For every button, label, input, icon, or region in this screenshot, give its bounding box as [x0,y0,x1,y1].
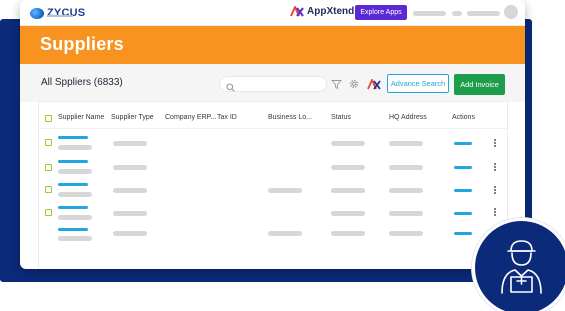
kebab-menu-icon[interactable] [493,186,497,196]
illustration-stage: ZYCUS AppXtend Explore Apps Suppliers Al… [0,0,565,311]
action-link-placeholder[interactable] [454,189,472,192]
advanced-search-button[interactable]: Advance Search [387,74,449,93]
business-location-placeholder [268,231,302,236]
delivery-person-icon [501,240,542,294]
kebab-menu-icon[interactable] [493,208,497,218]
status-placeholder [331,188,365,193]
hq-address-placeholder [389,188,423,193]
action-link-placeholder[interactable] [454,232,472,235]
supplier-name-placeholder[interactable] [58,183,88,186]
status-placeholder [331,211,365,216]
page-title: Suppliers [40,34,124,54]
logo-tagline-placeholder [47,15,73,17]
zycus-logo-icon [30,7,44,19]
hq-address-placeholder [389,211,423,216]
column-header-actions: Actions [452,114,475,121]
row-checkbox[interactable] [45,164,52,171]
supplier-subtext-placeholder [58,145,92,150]
supplier-name-placeholder[interactable] [58,206,88,209]
search-box[interactable] [219,76,327,92]
column-header-supplier-name[interactable]: Supplier Name [58,114,104,121]
hq-address-placeholder [389,165,423,170]
column-header-tax-id[interactable]: Tax ID [217,114,237,121]
row-checkbox[interactable] [45,209,52,216]
row-checkbox[interactable] [45,186,52,193]
search-input[interactable] [238,78,320,89]
select-all-checkbox[interactable] [45,115,52,122]
page-header: Suppliers [20,26,525,64]
column-header-supplier-type[interactable]: Supplier Type [111,114,154,121]
supplier-name-placeholder[interactable] [58,136,88,139]
add-invoice-button[interactable]: Add Invoice [454,74,505,95]
search-icon [226,79,235,97]
supplier-type-placeholder [113,141,147,146]
supplier-subtext-placeholder [58,236,92,241]
appxtend-label: AppXtend [307,6,355,17]
column-header-hq-address[interactable]: HQ Address [389,114,427,121]
supplier-type-placeholder [113,231,147,236]
row-checkbox[interactable] [45,139,52,146]
kebab-menu-icon[interactable] [493,139,497,149]
hq-address-placeholder [389,231,423,236]
status-placeholder [331,141,365,146]
nav-item-placeholder[interactable] [413,11,446,16]
supplier-name-placeholder[interactable] [58,160,88,163]
action-link-placeholder[interactable] [454,212,472,215]
appxtend-brand[interactable]: AppXtend [290,6,354,17]
column-header-company-erp[interactable]: Company ERP... [165,114,216,121]
business-location-placeholder [268,188,302,193]
header-divider [39,128,507,129]
avatar[interactable] [504,5,518,19]
appxtend-tool-icon[interactable] [367,77,381,95]
app-window: ZYCUS AppXtend Explore Apps Suppliers Al… [20,0,525,269]
explore-apps-button[interactable]: Explore Apps [355,5,407,20]
status-placeholder [331,165,365,170]
hq-address-placeholder [389,141,423,146]
status-placeholder [331,231,365,236]
column-header-status[interactable]: Status [331,114,351,121]
appxtend-icon [290,6,304,17]
gear-icon[interactable] [348,77,360,95]
supplier-type-placeholder [113,211,147,216]
supplier-subtext-placeholder [58,215,92,220]
list-toolbar: All Sppliers (6833) Advance Search Add I… [20,64,525,102]
supplier-subtext-placeholder [58,169,92,174]
kebab-menu-icon[interactable] [493,163,497,173]
supplier-name-placeholder[interactable] [58,228,88,231]
action-link-placeholder[interactable] [454,142,472,145]
nav-item-placeholder[interactable] [452,11,462,16]
list-title: All Sppliers (6833) [41,77,123,88]
supplier-type-placeholder [113,165,147,170]
supplier-badge [472,218,565,311]
filter-icon[interactable] [331,77,342,95]
top-navigation-bar: ZYCUS AppXtend Explore Apps [20,0,525,26]
action-link-placeholder[interactable] [454,166,472,169]
supplier-subtext-placeholder [58,192,92,197]
column-header-business-location[interactable]: Business Lo... [268,114,312,121]
supplier-type-placeholder [113,188,147,193]
nav-item-placeholder[interactable] [467,11,500,16]
zycus-logo-text: ZYCUS [47,7,86,19]
zycus-logo[interactable]: ZYCUS [30,5,85,21]
suppliers-table: Supplier Name Supplier Type Company ERP.… [38,101,508,269]
